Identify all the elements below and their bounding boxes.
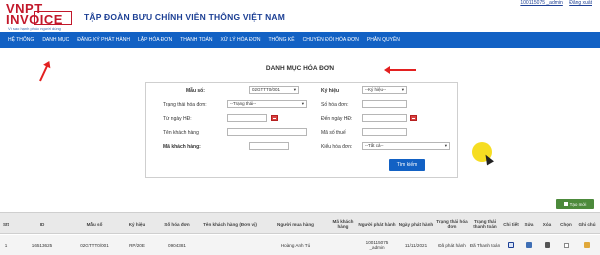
cell-chi-tiet bbox=[502, 235, 520, 255]
menu-thanh-toan[interactable]: THANH TOÁN bbox=[180, 37, 212, 43]
tu-ngay-label: Từ ngày HĐ: bbox=[163, 116, 192, 122]
cell-mau-so: 02GTTT0/001 bbox=[80, 242, 109, 248]
cell-ngay-phat-hanh: 11/11/2021 bbox=[404, 242, 428, 248]
mau-so-select[interactable]: 02GTTT0/001 ▾ bbox=[249, 86, 299, 94]
trang-thai-select[interactable]: --Trạng thái-- ▾ bbox=[227, 100, 307, 108]
table-row[interactable]: 1 16513625 02GTTT0/001 RP/20E 0904381 Ho… bbox=[0, 235, 600, 255]
delete-icon[interactable] bbox=[544, 242, 550, 248]
kieu-hd-value: --Tất cả-- bbox=[365, 143, 384, 148]
col-ghi-chu[interactable]: Ghi chú bbox=[576, 213, 598, 235]
calendar-icon[interactable] bbox=[271, 115, 278, 121]
cell-xoa bbox=[538, 235, 556, 255]
ten-kh-label: Tên khách hàng bbox=[163, 130, 199, 136]
logout-link[interactable]: Đăng xuất bbox=[569, 0, 592, 6]
ma-kh-label: Mã khách hàng: bbox=[163, 144, 201, 150]
col-chon[interactable]: Chọn bbox=[556, 213, 576, 235]
ky-hieu-value: --Ký hiệu-- bbox=[365, 87, 387, 92]
chevron-down-icon: ▾ bbox=[401, 87, 404, 92]
cell-so-hoa-don: 0904381 bbox=[168, 242, 186, 248]
cell-sua bbox=[520, 235, 538, 255]
page: VNPT INVOICE Vì sao hạnh phúc người dùng… bbox=[0, 0, 600, 255]
cell-chon bbox=[556, 235, 576, 255]
cell-ky-hieu: RP/20E bbox=[129, 242, 145, 248]
search-button[interactable]: Tìm kiếm bbox=[389, 159, 425, 171]
col-xoa[interactable]: Xóa bbox=[538, 213, 556, 235]
cell-stt: 1 bbox=[4, 242, 8, 248]
main-menu: HỆ THỐNG DANH MỤC ĐĂNG KÝ PHÁT HÀNH LẬP … bbox=[0, 32, 600, 48]
mau-so-label: Mẫu số: bbox=[186, 88, 205, 94]
table-header: Stt ID Mẫu số Ký hiệu Số hóa đơn Tên khá… bbox=[0, 212, 600, 234]
den-ngay-label: Đến ngày HĐ: bbox=[321, 116, 353, 122]
ten-kh-input[interactable] bbox=[227, 128, 307, 136]
user-link[interactable]: 100115075 _admin bbox=[520, 0, 562, 6]
mau-so-value: 02GTTT0/001 bbox=[252, 87, 281, 92]
col-ky-hieu[interactable]: Ký hiệu bbox=[117, 213, 157, 235]
logo-line2: INVOICE bbox=[6, 12, 63, 27]
cell-trang-thai-hoa-don: Đã phát hành bbox=[438, 242, 466, 248]
kieu-hd-label: Kiểu hóa đơn: bbox=[321, 144, 353, 150]
vnpt-invoice-logo[interactable]: VNPT INVOICE Vì sao hạnh phúc người dùng bbox=[6, 1, 72, 31]
search-form: Mẫu số: 02GTTT0/001 ▾ Ký hiệu --Ký hiệu-… bbox=[145, 82, 458, 178]
cell-nguoi-phat-hanh: 100115075 _admin bbox=[365, 240, 389, 250]
col-ten-khach-hang[interactable]: Tên khách hàng (Đơn vị) bbox=[197, 213, 263, 235]
ma-kh-input[interactable] bbox=[249, 142, 289, 150]
col-chi-tiet[interactable]: Chi tiết bbox=[502, 213, 520, 235]
cell-id: 16513625 bbox=[31, 242, 53, 248]
col-nguoi-phat-hanh[interactable]: Người phát hành bbox=[358, 213, 396, 235]
menu-phan-quyen[interactable]: PHÂN QUYỀN bbox=[367, 37, 400, 43]
col-id[interactable]: ID bbox=[12, 213, 72, 235]
add-invoice-label: Tạo mới bbox=[569, 201, 587, 207]
chevron-down-icon: ▾ bbox=[444, 143, 447, 148]
cell-trang-thai-thanh-toan: Đã Thanh toán bbox=[469, 242, 501, 248]
header: VNPT INVOICE Vì sao hạnh phúc người dùng… bbox=[0, 0, 600, 32]
menu-he-thong[interactable]: HỆ THỐNG bbox=[8, 37, 34, 43]
mouse-cursor-icon bbox=[482, 152, 494, 166]
top-links: 100115075 _admin Đăng xuất bbox=[515, 0, 592, 6]
ky-hieu-select[interactable]: --Ký hiệu-- ▾ bbox=[362, 86, 407, 94]
den-ngay-input[interactable] bbox=[362, 114, 407, 122]
ma-so-thue-label: Mã số thuế bbox=[321, 130, 346, 136]
col-ngay-phat-hanh[interactable]: Ngày phát hành bbox=[396, 213, 436, 235]
ky-hieu-label: Ký hiệu bbox=[321, 88, 340, 94]
select-checkbox[interactable] bbox=[563, 242, 569, 248]
col-trang-thai-thanh-toan[interactable]: Trạng thái thanh toán bbox=[468, 213, 502, 235]
cell-nguoi-mua-hang: Hoàng Anh Tú bbox=[280, 242, 311, 248]
cell-ma-khach-hang bbox=[328, 235, 358, 255]
page-title: DANH MỤC HÓA ĐƠN bbox=[265, 65, 335, 72]
cell-ghi-chu bbox=[576, 235, 598, 255]
kieu-hd-select[interactable]: --Tất cả-- ▾ bbox=[362, 142, 450, 150]
menu-lap-hoa-don[interactable]: LẬP HÓA ĐƠN bbox=[138, 37, 172, 43]
annotation-arrow-title bbox=[386, 69, 416, 71]
edit-icon[interactable] bbox=[526, 242, 532, 248]
org-title: TẬP ĐOÀN BƯU CHÍNH VIỄN THÔNG VIỆT NAM bbox=[84, 12, 286, 22]
trang-thai-value: --Trạng thái-- bbox=[230, 101, 257, 106]
so-hoa-don-label: Số hóa đơn: bbox=[321, 102, 349, 108]
trang-thai-label: Trạng thái hóa đơn: bbox=[163, 102, 207, 108]
col-mau-so[interactable]: Mẫu số bbox=[72, 213, 117, 235]
plus-icon bbox=[563, 202, 568, 206]
col-sua[interactable]: Sửa bbox=[520, 213, 538, 235]
menu-dang-ky-phat-hanh[interactable]: ĐĂNG KÝ PHÁT HÀNH bbox=[77, 37, 130, 43]
col-trang-thai-hoa-don[interactable]: Trạng thái hóa đơn bbox=[436, 213, 468, 235]
chevron-down-icon: ▾ bbox=[293, 87, 296, 92]
menu-danh-muc[interactable]: DANH MỤC bbox=[42, 37, 69, 43]
col-so-hoa-don[interactable]: Số hóa đơn bbox=[157, 213, 197, 235]
ma-so-thue-input[interactable] bbox=[362, 128, 407, 136]
chevron-down-icon: ▾ bbox=[301, 101, 304, 106]
col-stt[interactable]: Stt bbox=[0, 213, 12, 235]
so-hoa-don-input[interactable] bbox=[362, 100, 407, 108]
menu-xu-ly-hoa-don[interactable]: XỬ LÝ HÓA ĐƠN bbox=[221, 37, 261, 43]
col-ma-khach-hang[interactable]: Mã khách hàng bbox=[328, 213, 358, 235]
menu-chuyen-doi-hoa-don[interactable]: CHUYỂN ĐỔI HÓA ĐƠN bbox=[303, 37, 359, 43]
logo-tagline: Vì sao hạnh phúc người dùng bbox=[8, 26, 61, 31]
menu-thong-ke[interactable]: THỐNG KÊ bbox=[268, 37, 294, 43]
tu-ngay-input[interactable] bbox=[227, 114, 267, 122]
view-detail-icon[interactable] bbox=[508, 242, 514, 248]
cell-ten-khach-hang bbox=[197, 235, 263, 255]
add-invoice-button[interactable]: Tạo mới bbox=[556, 199, 594, 209]
col-nguoi-mua-hang[interactable]: Người mua hàng bbox=[263, 213, 328, 235]
calendar-icon[interactable] bbox=[410, 115, 417, 121]
note-icon[interactable] bbox=[584, 242, 590, 248]
